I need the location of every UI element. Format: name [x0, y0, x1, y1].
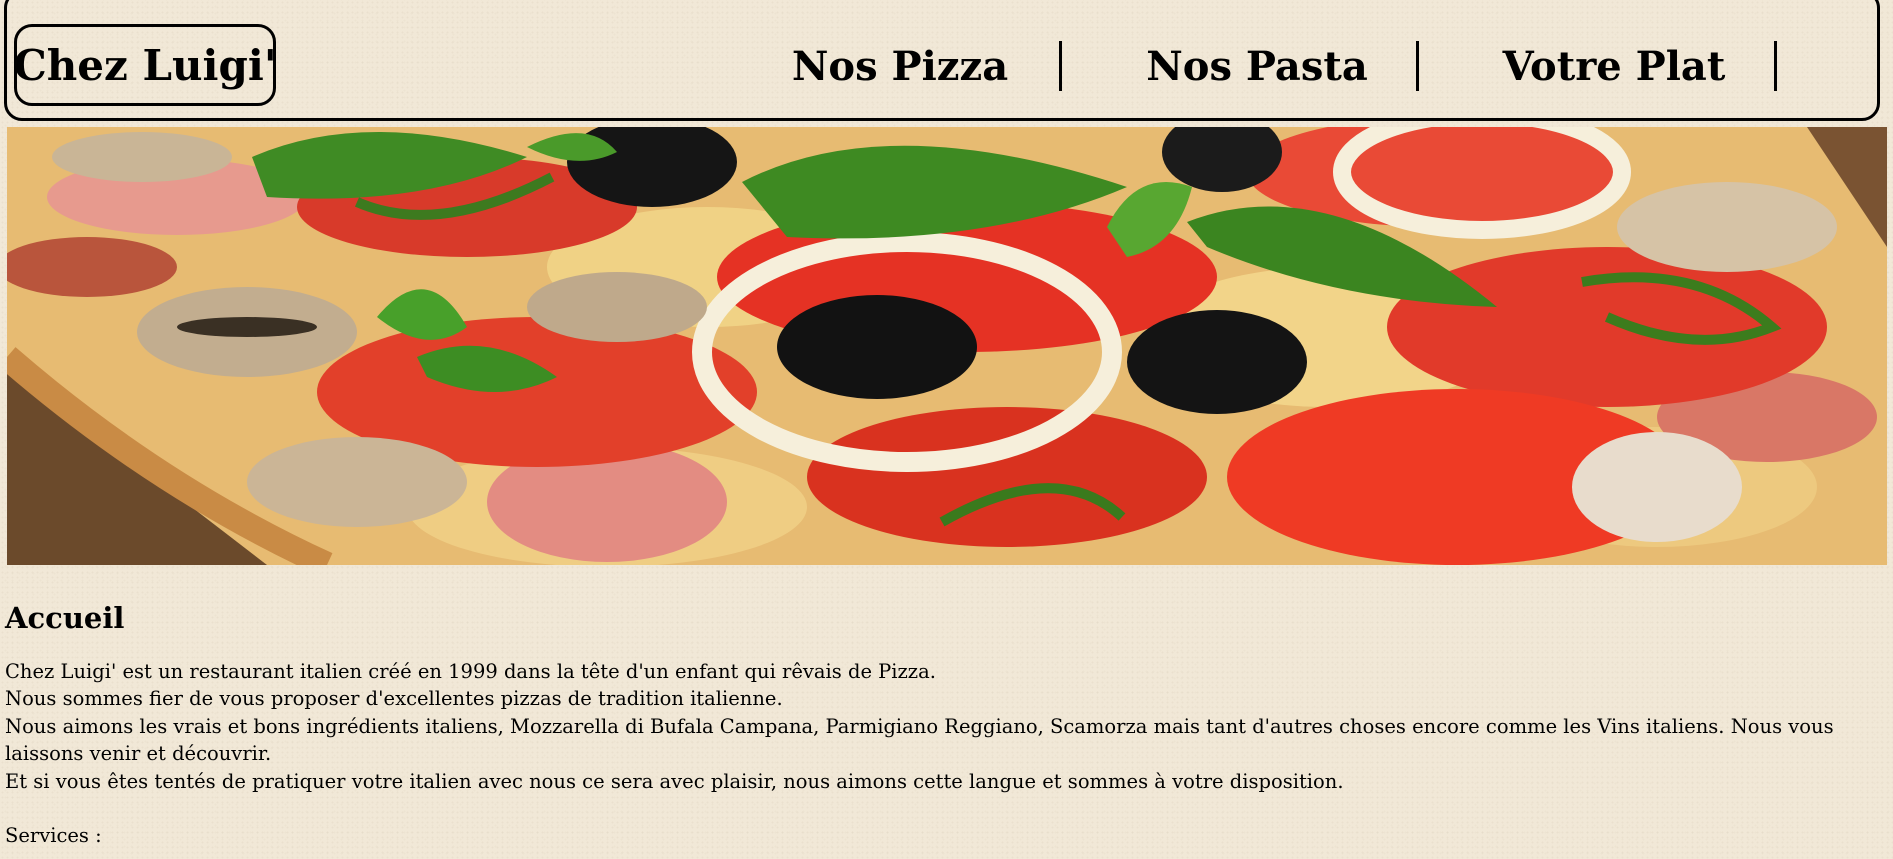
- intro-paragraph: Nous aimons les vrais et bons ingrédient…: [5, 714, 1834, 766]
- nav-link-votre-plat[interactable]: Votre Plat: [1484, 40, 1744, 92]
- nav-separator: [1774, 41, 1777, 91]
- intro-paragraph: Nous sommes fier de vous proposer d'exce…: [5, 687, 783, 711]
- intro-paragraph: Chez Luigi' est un restaurant italien cr…: [5, 660, 936, 683]
- intro-paragraph: Et si vous êtes tentés de pratiquer votr…: [5, 769, 1344, 793]
- nav-link-nos-pizza[interactable]: Nos Pizza: [770, 40, 1030, 92]
- site-logo[interactable]: Chez Luigi': [13, 24, 277, 106]
- hero-pizza-image: [7, 127, 1887, 565]
- services-label: Services :: [5, 824, 102, 848]
- page-title: Accueil: [5, 601, 125, 635]
- intro-text: Chez Luigi' est un restaurant italien cr…: [5, 658, 1887, 849]
- nav-separator: [1059, 41, 1062, 91]
- nav-separator: [1416, 41, 1419, 91]
- nav-link-nos-pasta[interactable]: Nos Pasta: [1127, 40, 1387, 92]
- pizza-illustration: [7, 127, 1887, 565]
- main-content: Accueil Chez Luigi' est un restaurant it…: [5, 598, 1887, 849]
